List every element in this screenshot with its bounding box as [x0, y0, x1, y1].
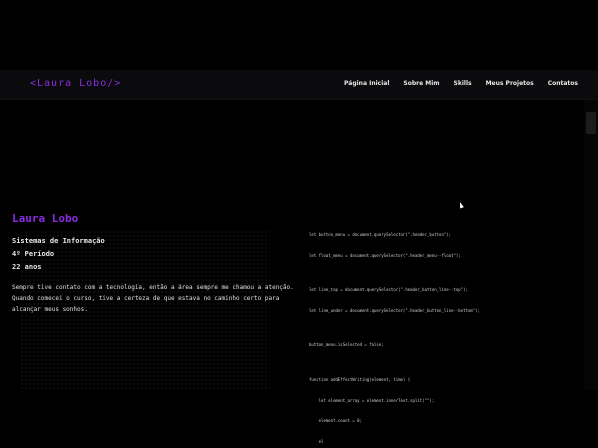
- course: Sistemas de Informação: [12, 237, 105, 245]
- scrollbar-thumb[interactable]: [586, 112, 596, 134]
- code-line: function addEffectWriting(element, time)…: [309, 376, 411, 382]
- scrollbar-track[interactable]: [584, 100, 598, 390]
- code-line: let element_array = element.innerText.sp…: [309, 397, 435, 403]
- hero-section: Laura Lobo Sistemas de Informação 4º Per…: [12, 212, 302, 321]
- site-header: <Laura Lobo/> Página Inicial Sobre Mim S…: [0, 70, 598, 100]
- code-line: button_menu.isSelected = false;: [309, 342, 384, 348]
- nav-home[interactable]: Página Inicial: [344, 80, 389, 87]
- code-snippet: let button_menu = document.querySelector…: [309, 218, 539, 448]
- code-line: let float_menu = document.querySelector(…: [309, 252, 461, 258]
- bio-text: Sempre tive contato com a tecnologia, en…: [12, 284, 294, 313]
- main-nav: Página Inicial Sobre Mim Skills Meus Pro…: [344, 80, 578, 87]
- code-line: element.count = 0;: [309, 418, 362, 424]
- code-line: let line_top = document.querySelector(".…: [309, 287, 468, 293]
- nav-contacts[interactable]: Contatos: [548, 80, 578, 87]
- nav-projects[interactable]: Meus Projetos: [486, 80, 534, 87]
- mouse-cursor-icon: [458, 201, 464, 209]
- nav-skills[interactable]: Skills: [454, 80, 472, 87]
- site-logo[interactable]: <Laura Lobo/>: [30, 78, 121, 89]
- code-line: let line_under = document.querySelector(…: [309, 307, 480, 313]
- period: 4º Período: [12, 250, 55, 258]
- top-band: [0, 0, 598, 70]
- age: 22 anos: [12, 263, 42, 271]
- hero-name: Laura Lobo: [12, 212, 79, 225]
- code-line: let button_menu = document.querySelector…: [309, 231, 452, 237]
- nav-about[interactable]: Sobre Mim: [403, 80, 439, 87]
- code-line: el: [309, 439, 324, 444]
